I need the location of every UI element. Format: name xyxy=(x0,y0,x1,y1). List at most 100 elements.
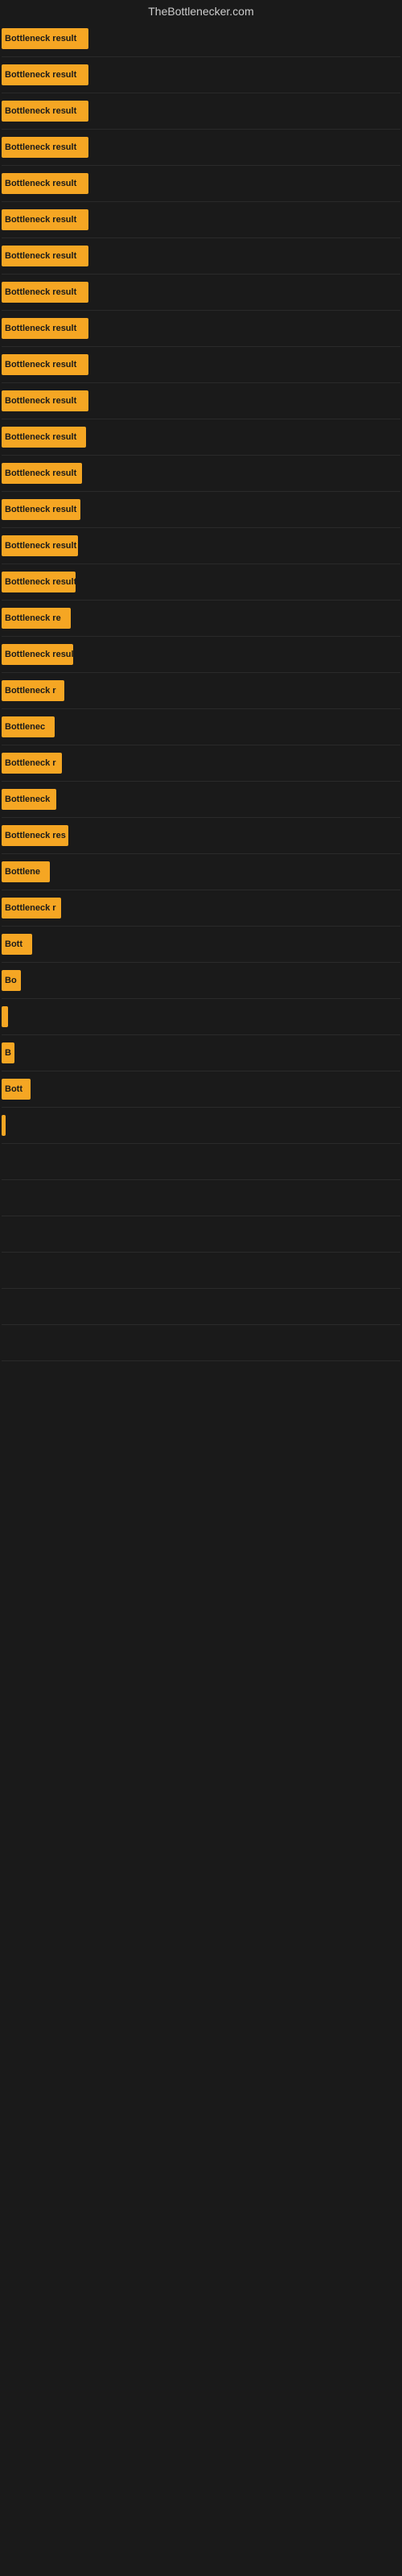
result-bar-row: Bottleneck result xyxy=(0,456,402,491)
result-bar-label: Bottleneck re xyxy=(5,613,61,623)
result-bar-label: Bottleneck result xyxy=(5,251,76,261)
result-bar-row: Bottleneck r xyxy=(0,673,402,708)
result-bar-label: Bottleneck result xyxy=(5,396,76,406)
result-bar: Bottleneck result xyxy=(2,644,73,665)
result-bar-row: Bo xyxy=(0,963,402,998)
result-bar-row: Bottleneck result xyxy=(0,275,402,310)
bars-container: Bottleneck result Bottleneck result Bottle… xyxy=(0,21,402,1397)
result-bar-label: Bottleneck result xyxy=(5,432,76,442)
result-bar-label: Bottleneck result xyxy=(5,287,76,297)
result-bar-row: Bottleneck r xyxy=(0,890,402,926)
result-bar-row: Bottleneck result xyxy=(0,238,402,274)
result-bar-label: Bott xyxy=(5,1084,23,1094)
result-bar-row: Bottleneck result xyxy=(0,347,402,382)
result-bar: Bottleneck result xyxy=(2,354,88,375)
result-bar-label: Bottleneck result xyxy=(5,34,76,43)
result-bar-row: Bottleneck result xyxy=(0,492,402,527)
result-bar-label: Bott xyxy=(5,939,23,949)
result-bar-row: Bottleneck res xyxy=(0,818,402,853)
result-bar-label: Bottleneck result xyxy=(5,577,76,587)
result-bar-row xyxy=(0,1144,402,1179)
result-bar-label: B xyxy=(5,1048,11,1058)
site-title: TheBottlenecker.com xyxy=(0,0,402,21)
result-bar: Bottlenec xyxy=(2,716,55,737)
result-bar: Bo xyxy=(2,970,21,991)
result-bar-row: Bottleneck re xyxy=(0,601,402,636)
result-bar-row: Bottleneck result xyxy=(0,166,402,201)
result-bar-label: Bottleneck result xyxy=(5,469,76,478)
result-bar: Bottleneck re xyxy=(2,608,71,629)
result-bar: Bottleneck result xyxy=(2,209,88,230)
result-bar-row: Bottleneck result xyxy=(0,21,402,56)
result-bar-row: Bottleneck result xyxy=(0,130,402,165)
result-bar-row: Bottleneck result xyxy=(0,202,402,237)
result-bar-row: Bottleneck result xyxy=(0,93,402,129)
result-bar-row: Bott xyxy=(0,927,402,962)
result-bar: Bottleneck r xyxy=(2,898,61,919)
result-bar-row xyxy=(0,1325,402,1360)
result-bar-label: Bo xyxy=(5,976,17,985)
result-bar-row xyxy=(0,1108,402,1143)
result-bar-row: Bottleneck result xyxy=(0,383,402,419)
result-bar-row xyxy=(0,1361,402,1397)
result-bar-row: Bott xyxy=(0,1071,402,1107)
result-bar-label: Bottleneck r xyxy=(5,686,56,696)
result-bar-row: Bottlenec xyxy=(0,709,402,745)
result-bar: B xyxy=(2,1042,14,1063)
result-bar: Bottleneck xyxy=(2,789,56,810)
result-bar-label: Bottleneck result xyxy=(5,106,76,116)
result-bar-label: Bottleneck result xyxy=(5,70,76,80)
result-bar: Bottleneck result xyxy=(2,173,88,194)
result-bar-label: Bottleneck result xyxy=(5,541,76,551)
result-bar-row xyxy=(0,1253,402,1288)
result-bar-row: Bottleneck r xyxy=(0,745,402,781)
result-bar-label: Bottleneck result xyxy=(5,505,76,514)
result-bar: Bottleneck result xyxy=(2,64,88,85)
result-bar-label: Bottleneck result xyxy=(5,142,76,152)
result-bar-row: Bottleneck xyxy=(0,782,402,817)
result-bar-label: Bottlene xyxy=(5,867,40,877)
result-bar-row xyxy=(0,1289,402,1324)
result-bar: Bottleneck result xyxy=(2,137,88,158)
result-bar: Bottleneck r xyxy=(2,753,62,774)
result-bar: Bottleneck result xyxy=(2,101,88,122)
result-bar-row: Bottleneck result xyxy=(0,564,402,600)
result-bar: Bottleneck result xyxy=(2,282,88,303)
result-bar-label: Bottleneck r xyxy=(5,903,56,913)
result-bar-row: Bottleneck result xyxy=(0,419,402,455)
result-bar-label: Bottleneck xyxy=(5,795,50,804)
result-bar-row: B xyxy=(0,1035,402,1071)
site-header: TheBottlenecker.com xyxy=(0,0,402,21)
result-bar-row: Bottleneck result xyxy=(0,637,402,672)
result-bar-label: Bottleneck result xyxy=(5,324,76,333)
result-bar-label: Bottleneck result xyxy=(5,360,76,369)
result-bar-row: Bottleneck result xyxy=(0,57,402,93)
result-bar: Bottleneck result xyxy=(2,535,78,556)
result-bar: Bottleneck r xyxy=(2,680,64,701)
result-bar-row xyxy=(0,999,402,1034)
result-bar-label: Bottlenec xyxy=(5,722,45,732)
result-bar-row: Bottleneck result xyxy=(0,528,402,564)
result-bar: Bottleneck result xyxy=(2,572,76,592)
result-bar xyxy=(2,1006,8,1027)
result-bar-label: Bottleneck result xyxy=(5,215,76,225)
result-bar: Bottleneck result xyxy=(2,427,86,448)
result-bar-row: Bottleneck result xyxy=(0,311,402,346)
result-bar-label: Bottleneck result xyxy=(5,650,76,659)
result-bar-row xyxy=(0,1180,402,1216)
result-bar-row: Bottlene xyxy=(0,854,402,890)
result-bar: Bottleneck result xyxy=(2,28,88,49)
result-bar-row xyxy=(0,1216,402,1252)
result-bar: Bottleneck result xyxy=(2,246,88,266)
result-bar-label: Bottleneck r xyxy=(5,758,56,768)
result-bar: Bottleneck res xyxy=(2,825,68,846)
result-bar-label: Bottleneck res xyxy=(5,831,66,840)
result-bar: Bott xyxy=(2,934,32,955)
result-bar: Bottleneck result xyxy=(2,499,80,520)
result-bar: Bottleneck result xyxy=(2,463,82,484)
result-bar: Bottleneck result xyxy=(2,318,88,339)
result-bar: Bott xyxy=(2,1079,31,1100)
result-bar: Bottleneck result xyxy=(2,390,88,411)
result-bar-label: Bottleneck result xyxy=(5,179,76,188)
result-bar xyxy=(2,1115,6,1136)
